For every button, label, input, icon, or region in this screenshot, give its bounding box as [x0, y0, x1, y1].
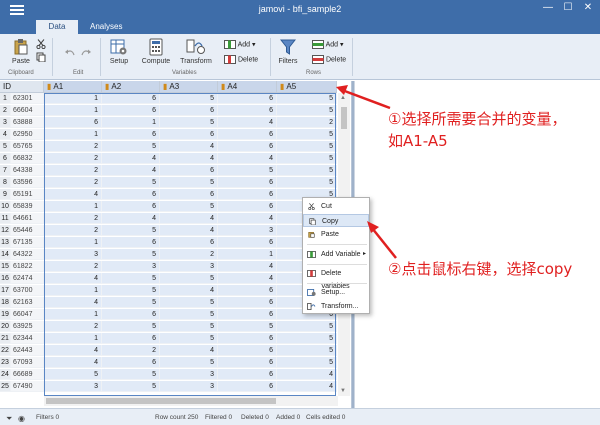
filter-status-icon[interactable]: ⏷: [6, 414, 12, 424]
arrow-head-icon: [336, 85, 348, 95]
status-filters: Filters 0: [36, 414, 60, 421]
annotation-step2: ②点击鼠标右键，选择copy: [388, 260, 573, 278]
annotation-step1-line1: ①选择所需要合并的变量，: [388, 110, 567, 128]
status-added: Added 0: [276, 414, 301, 421]
arrow-head-icon: [367, 221, 379, 233]
status-bar: ⏷ ◉ Filters 0 Row count 250 Filtered 0 D…: [0, 408, 600, 425]
arrow-to-header-icon: [341, 88, 391, 110]
eye-icon[interactable]: ◉: [18, 414, 25, 423]
status-row-count: Row count 250: [155, 414, 199, 421]
status-filtered: Filtered 0: [205, 414, 233, 421]
status-deleted: Deleted 0: [241, 414, 269, 421]
annotation-step1-line2: 如A1-A5: [388, 132, 448, 150]
status-cells-edited: Cells edited 0: [306, 414, 346, 421]
annotation-step1: ①选择所需要合并的变量， 如A1-A5: [388, 108, 566, 152]
annotation-arrows: [336, 85, 397, 259]
arrow-to-copy-icon: [371, 227, 397, 259]
